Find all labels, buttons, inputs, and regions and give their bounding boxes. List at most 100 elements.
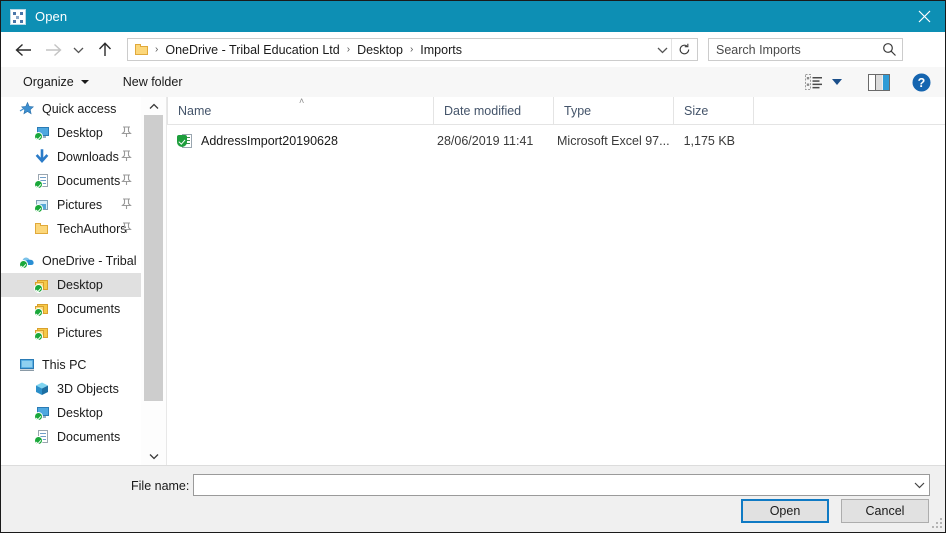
back-arrow-icon: [14, 43, 31, 56]
excel-file-icon: [177, 133, 193, 149]
column-header-spacer: [753, 97, 813, 124]
sidebar-group-quick-access[interactable]: Quick access: [1, 97, 141, 121]
sidebar-item-quick-documents[interactable]: Documents: [1, 169, 141, 193]
sidebar-item-quick-techauthors[interactable]: TechAuthors: [1, 217, 141, 241]
navigation-pane: Quick access Desktop Downloads Documents…: [1, 97, 141, 465]
file-name-label: File name:: [131, 479, 190, 493]
scroll-up-icon: [149, 103, 158, 109]
sidebar-item-quick-downloads[interactable]: Downloads: [1, 145, 141, 169]
sidebar-group-label: This PC: [42, 358, 87, 372]
command-bar-right: ?: [801, 67, 945, 97]
file-name-text: AddressImport20190628: [201, 134, 338, 148]
sidebar-item-label: Desktop: [57, 278, 103, 292]
sidebar-item-onedrive-desktop[interactable]: Desktop: [1, 273, 141, 297]
file-list-pane: ˄ Name Date modified Type Size AddressIm…: [167, 97, 945, 465]
sidebar-item-quick-pictures[interactable]: Pictures: [1, 193, 141, 217]
scroll-down-icon: [149, 453, 158, 459]
back-button[interactable]: [11, 38, 35, 62]
dialog-footer: File name: Open Cancel: [1, 465, 945, 532]
file-name-field[interactable]: [193, 474, 930, 496]
sidebar-item-label: Desktop: [57, 406, 103, 420]
search-box[interactable]: Search Imports: [708, 38, 903, 61]
onedrive-folder-icon: [34, 277, 50, 293]
new-folder-button[interactable]: New folder: [117, 71, 189, 93]
sidebar-item-label: 3D Objects: [57, 382, 119, 396]
scrollbar-thumb[interactable]: [144, 115, 163, 401]
desktop-icon: [34, 125, 50, 141]
pin-icon[interactable]: [121, 126, 132, 141]
address-dropdown-button[interactable]: [652, 39, 672, 60]
sidebar-item-label: Downloads: [57, 150, 119, 164]
quick-access-star-icon: [19, 101, 35, 117]
column-header-date-modified[interactable]: Date modified: [433, 97, 553, 124]
file-name-cell[interactable]: AddressImport20190628: [177, 129, 433, 153]
chevron-down-icon: [914, 482, 924, 489]
sidebar-group-this-pc[interactable]: This PC: [1, 353, 141, 377]
documents-icon: [34, 173, 50, 189]
breadcrumb-item-onedrive[interactable]: OneDrive - Tribal Education Ltd: [163, 43, 341, 57]
refresh-button[interactable]: [671, 39, 697, 60]
desktop-icon: [34, 405, 50, 421]
sidebar-item-label: TechAuthors: [57, 222, 127, 236]
pin-icon[interactable]: [121, 150, 132, 165]
sidebar-item-onedrive-pictures[interactable]: Pictures: [1, 321, 141, 345]
recent-locations-icon: [73, 47, 83, 53]
breadcrumb-item-imports[interactable]: Imports: [418, 43, 464, 57]
cancel-button[interactable]: Cancel: [841, 499, 929, 523]
help-icon: ?: [912, 73, 931, 91]
svg-text:?: ?: [918, 76, 926, 90]
column-header-name[interactable]: Name: [167, 97, 433, 124]
scroll-up-button[interactable]: [141, 97, 166, 115]
navigation-pane-scrollbar[interactable]: [141, 97, 167, 465]
refresh-icon: [679, 43, 690, 55]
scroll-down-button[interactable]: [141, 447, 166, 465]
new-folder-label: New folder: [122, 75, 183, 89]
pin-icon[interactable]: [121, 174, 132, 189]
preview-pane-button[interactable]: [868, 73, 890, 91]
sidebar-group-onedrive[interactable]: OneDrive - Tribal E: [1, 249, 141, 273]
address-bar[interactable]: › OneDrive - Tribal Education Ltd › Desk…: [127, 38, 698, 61]
file-name-dropdown-button[interactable]: [909, 475, 929, 495]
file-name-input[interactable]: [198, 475, 909, 495]
organize-button[interactable]: Organize: [17, 71, 95, 93]
search-input[interactable]: Search Imports: [716, 43, 801, 57]
pin-icon[interactable]: [121, 198, 132, 213]
open-file-dialog: Open › OneDrive - Tribal Education Ltd ›…: [0, 0, 946, 533]
preview-pane-icon: [868, 73, 890, 91]
pictures-icon: [34, 197, 50, 213]
open-button-label: Open: [769, 504, 801, 518]
sidebar-item-pc-desktop[interactable]: Desktop: [1, 401, 141, 425]
sidebar-item-pc-documents[interactable]: Documents: [1, 425, 141, 449]
up-button[interactable]: [93, 38, 117, 62]
pin-icon[interactable]: [121, 222, 132, 237]
3d-objects-icon: [34, 381, 50, 397]
open-button[interactable]: Open: [741, 499, 829, 523]
sidebar-item-3d-objects[interactable]: 3D Objects: [1, 377, 141, 401]
sidebar-item-onedrive-documents[interactable]: Documents: [1, 297, 141, 321]
column-header-size[interactable]: Size: [673, 97, 753, 124]
cancel-button-label: Cancel: [865, 504, 905, 518]
view-layout-icon: [805, 74, 822, 90]
file-size-cell: 1,175 KB: [683, 134, 735, 148]
organize-label: Organize: [23, 75, 74, 89]
app-window-icon: [10, 8, 26, 25]
breadcrumb-item-desktop[interactable]: Desktop: [355, 43, 405, 57]
close-button[interactable]: [901, 1, 945, 32]
sidebar-item-quick-desktop[interactable]: Desktop: [1, 121, 141, 145]
sidebar-item-label: Documents: [57, 302, 121, 316]
resize-grip-icon[interactable]: [932, 518, 944, 530]
title-bar: Open: [1, 1, 945, 32]
recent-locations-button[interactable]: [69, 38, 87, 62]
sidebar-group-label: OneDrive - Tribal E: [42, 254, 141, 268]
sidebar-item-label: Desktop: [57, 126, 103, 140]
forward-arrow-icon: [45, 43, 62, 56]
chevron-down-icon: [657, 47, 667, 53]
help-button[interactable]: ?: [912, 73, 931, 92]
change-view-button[interactable]: [801, 74, 846, 90]
folder-icon: [34, 221, 50, 237]
table-row[interactable]: AddressImport20190628 28/06/2019 11:41 M…: [167, 129, 945, 153]
column-header-type[interactable]: Type: [553, 97, 673, 124]
this-pc-icon: [19, 357, 35, 373]
sidebar-item-label: Documents: [57, 174, 121, 188]
onedrive-folder-icon: [34, 325, 50, 341]
